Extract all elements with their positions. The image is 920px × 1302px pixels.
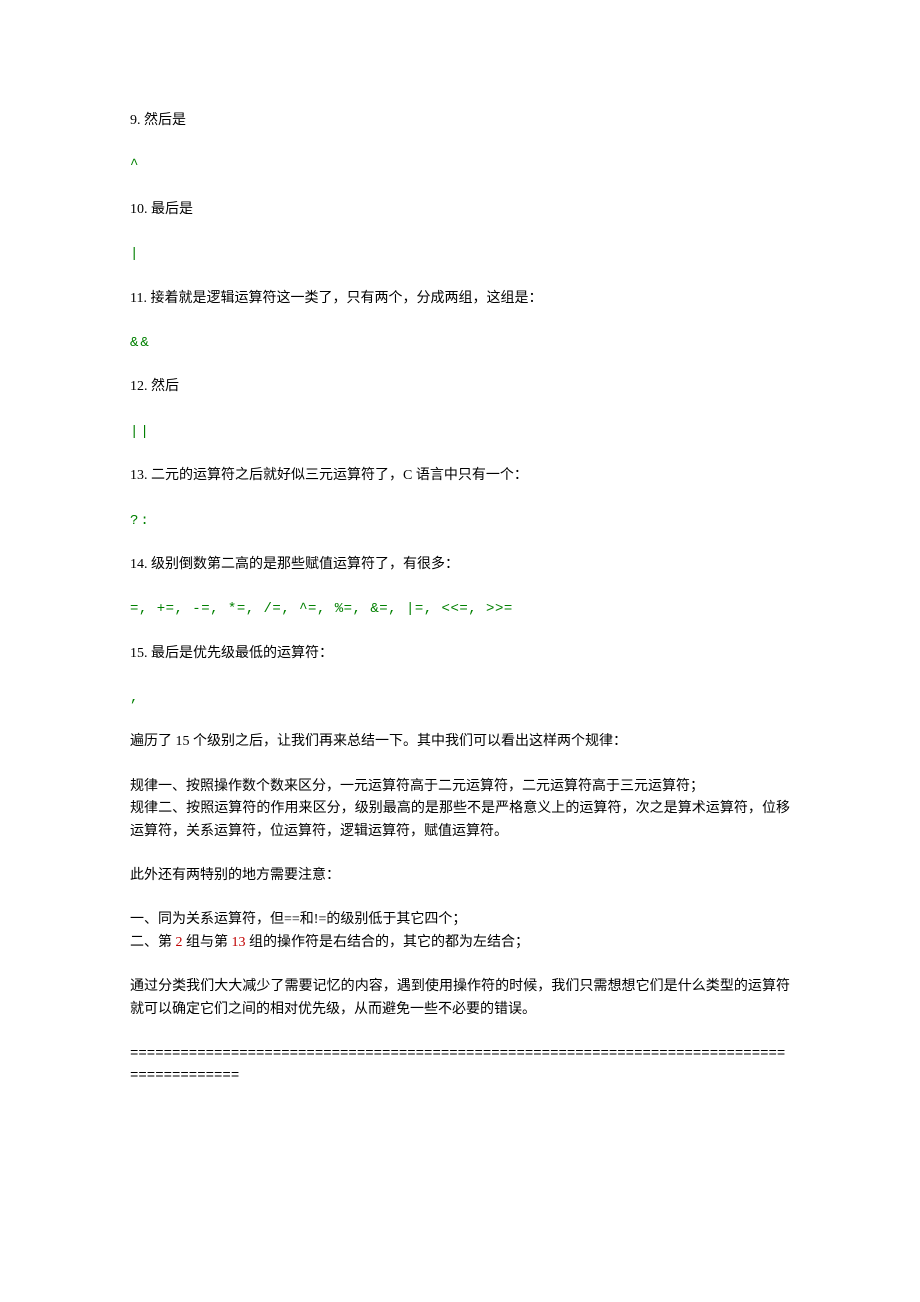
summary-intro: 遍历了 15 个级别之后，让我们再来总结一下。其中我们可以看出这样两个规律： <box>130 731 790 753</box>
item-14-label: 14. 级别倒数第二高的是那些赋值运算符了，有很多： <box>130 554 790 576</box>
item-15-label: 15. 最后是优先级最低的运算符： <box>130 643 790 665</box>
item-12-code: || <box>130 421 790 443</box>
item-15-code: , <box>130 687 790 709</box>
item-12-label: 12. 然后 <box>130 376 790 398</box>
note-2-b: 组与第 <box>183 935 232 950</box>
item-9-code: ^ <box>130 154 790 176</box>
note-1: 一、同为关系运算符，但==和!=的级别低于其它四个； <box>130 912 466 927</box>
item-9-label: 9. 然后是 <box>130 110 790 132</box>
rule-1: 规律一、按照操作数个数来区分，一元运算符高于二元运算符，二元运算符高于三元运算符… <box>130 779 704 794</box>
notes-block: 一、同为关系运算符，但==和!=的级别低于其它四个； 二、第 2 组与第 13 … <box>130 909 790 954</box>
item-13-label: 13. 二元的运算符之后就好似三元运算符了，C 语言中只有一个： <box>130 465 790 487</box>
notes-intro: 此外还有两特别的地方需要注意： <box>130 865 790 887</box>
note-2-c: 组的操作符是右结合的，其它的都为左结合； <box>246 935 530 950</box>
item-10-code: | <box>130 243 790 265</box>
divider-line: ========================================… <box>130 1043 790 1088</box>
note-2-red2: 13 <box>232 935 246 950</box>
note-2: 二、第 2 组与第 13 组的操作符是右结合的，其它的都为左结合； <box>130 935 529 950</box>
item-11-code: && <box>130 332 790 354</box>
rules-block: 规律一、按照操作数个数来区分，一元运算符高于二元运算符，二元运算符高于三元运算符… <box>130 776 790 843</box>
item-14-code: =, +=, -=, *=, /=, ^=, %=, &=, |=, <<=, … <box>130 598 790 620</box>
note-2-red1: 2 <box>176 935 183 950</box>
conclusion: 通过分类我们大大减少了需要记忆的内容，遇到使用操作符的时候，我们只需想想它们是什… <box>130 976 790 1021</box>
item-11-label: 11. 接着就是逻辑运算符这一类了，只有两个，分成两组，这组是： <box>130 288 790 310</box>
rule-2: 规律二、按照运算符的作用来区分，级别最高的是那些不是严格意义上的运算符，次之是算… <box>130 801 790 838</box>
item-10-label: 10. 最后是 <box>130 199 790 221</box>
note-2-a: 二、第 <box>130 935 176 950</box>
item-13-code: ?: <box>130 510 790 532</box>
